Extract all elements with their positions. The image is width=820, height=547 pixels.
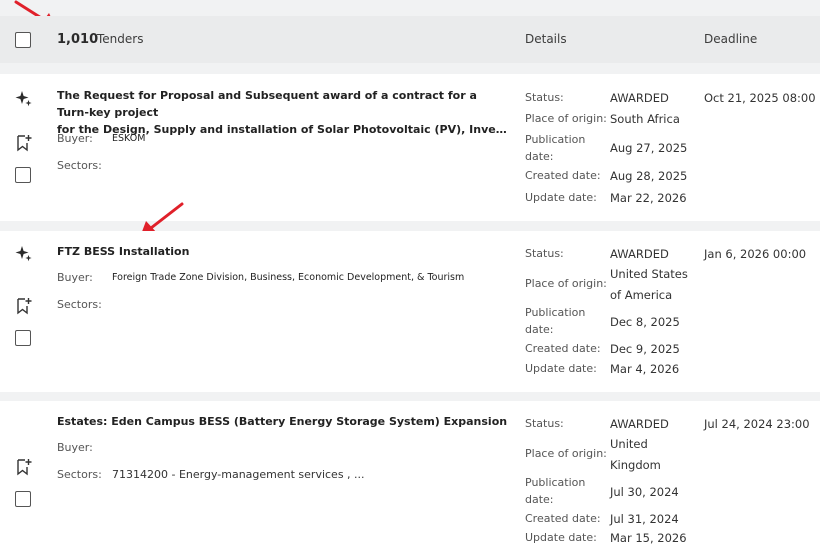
update-date-value: Mar 22, 2026	[610, 191, 687, 205]
buyer-label: Buyer:	[57, 132, 93, 145]
update-date-label: Update date:	[525, 531, 597, 544]
tender-title-line1: FTZ BESS Installation	[57, 245, 190, 258]
select-all-checkbox[interactable]	[15, 32, 31, 48]
update-date-value: Mar 4, 2026	[610, 362, 680, 376]
bookmark-add-icon[interactable]	[16, 458, 32, 476]
place-of-origin-value-2: Kingdom	[610, 458, 661, 472]
status-value: AWARDED	[610, 417, 669, 431]
publication-date-label-2: date:	[525, 323, 554, 336]
update-date-label: Update date:	[525, 191, 597, 204]
place-of-origin-value: United	[610, 437, 648, 451]
results-count-label: Tenders	[97, 32, 144, 46]
tender-title-line1: Estates: Eden Campus BESS (Battery Energ…	[57, 415, 508, 428]
tender-title[interactable]: FTZ BESS Installation	[57, 243, 512, 260]
place-of-origin-label: Place of origin:	[525, 112, 607, 125]
publication-date-label-2: date:	[525, 493, 554, 506]
buyer-label: Buyer:	[57, 271, 93, 284]
created-date-value: Jul 31, 2024	[610, 512, 679, 526]
tender-title-line1: The Request for Proposal and Subsequent …	[57, 89, 477, 119]
tender-checkbox[interactable]	[15, 491, 31, 507]
tender-card[interactable]: Estates: Eden Campus BESS (Battery Energ…	[0, 401, 820, 547]
bookmark-add-icon[interactable]	[16, 134, 32, 152]
status-label: Status:	[525, 91, 564, 104]
tender-title[interactable]: The Request for Proposal and Subsequent …	[57, 87, 512, 138]
sectors-value: 71314200 - Energy-management services , …	[112, 468, 365, 481]
update-date-label: Update date:	[525, 362, 597, 375]
sectors-label: Sectors:	[57, 298, 102, 311]
status-value: AWARDED	[610, 247, 669, 261]
status-label: Status:	[525, 417, 564, 430]
buyer-value: ESKOM	[112, 133, 146, 144]
created-date-label: Created date:	[525, 512, 601, 525]
created-date-label: Created date:	[525, 342, 601, 355]
sectors-label: Sectors:	[57, 159, 102, 172]
buyer-label: Buyer:	[57, 441, 93, 454]
publication-date-label: Publication	[525, 306, 586, 319]
results-count: 1,010	[57, 32, 99, 47]
tender-checkbox[interactable]	[15, 330, 31, 346]
status-value: AWARDED	[610, 91, 669, 105]
deadline-value: Jul 24, 2024 23:00	[704, 417, 810, 431]
details-column-header: Details	[525, 32, 567, 46]
sparkle-icon[interactable]	[15, 90, 33, 108]
place-of-origin-value: South Africa	[610, 112, 680, 126]
deadline-column-header: Deadline	[704, 32, 758, 46]
created-date-value: Aug 28, 2025	[610, 169, 688, 183]
place-of-origin-value: United States	[610, 267, 688, 281]
publication-date-value: Aug 27, 2025	[610, 141, 688, 155]
tender-card[interactable]: FTZ BESS Installation Buyer: Foreign Tra…	[0, 231, 820, 392]
sparkle-icon[interactable]	[15, 245, 33, 263]
created-date-label: Created date:	[525, 169, 601, 182]
place-of-origin-label: Place of origin:	[525, 447, 607, 460]
publication-date-label: Publication	[525, 133, 586, 146]
created-date-value: Dec 9, 2025	[610, 342, 680, 356]
publication-date-label: Publication	[525, 476, 586, 489]
deadline-value: Jan 6, 2026 00:00	[704, 247, 807, 261]
place-of-origin-value-2: of America	[610, 288, 673, 302]
place-of-origin-label: Place of origin:	[525, 277, 607, 290]
buyer-value: Foreign Trade Zone Division, Business, E…	[112, 272, 465, 283]
sectors-label: Sectors:	[57, 468, 102, 481]
publication-date-value: Dec 8, 2025	[610, 315, 680, 329]
status-label: Status:	[525, 247, 564, 260]
deadline-value: Oct 21, 2025 08:00	[704, 91, 816, 105]
tender-checkbox[interactable]	[15, 167, 31, 183]
publication-date-label-2: date:	[525, 150, 554, 163]
bookmark-add-icon[interactable]	[16, 297, 32, 315]
publication-date-value: Jul 30, 2024	[610, 485, 679, 499]
update-date-value: Mar 15, 2026	[610, 531, 687, 545]
tender-title[interactable]: Estates: Eden Campus BESS (Battery Energ…	[57, 413, 512, 430]
tender-card[interactable]: The Request for Proposal and Subsequent …	[0, 74, 820, 221]
